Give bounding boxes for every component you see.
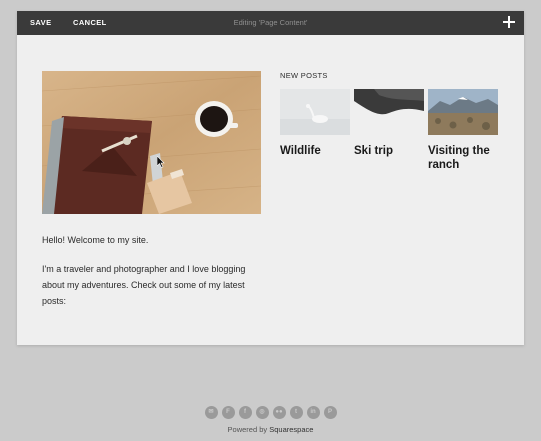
linkedin-icon[interactable]: in — [306, 406, 320, 419]
intro-paragraph-1: Hello! Welcome to my site. — [42, 235, 149, 245]
mouse-cursor-icon — [157, 156, 165, 168]
flickr-icon[interactable]: ●● — [272, 406, 286, 419]
foursquare-icon[interactable]: F — [221, 406, 235, 419]
social-links: ✉ F f ◎ ●● t in P — [0, 406, 541, 419]
post-visiting-ranch[interactable]: Visiting the ranch — [428, 89, 499, 172]
hero-image[interactable] — [42, 71, 261, 214]
desk-photo — [42, 71, 261, 214]
post-title: Wildlife — [280, 145, 321, 157]
email-icon[interactable]: ✉ — [204, 406, 218, 419]
cancel-button[interactable]: CANCEL — [73, 11, 107, 35]
post-thumbnail — [428, 89, 498, 135]
plus-icon[interactable] — [502, 15, 516, 29]
powered-by: Powered by Squarespace — [0, 425, 541, 434]
facebook-icon[interactable]: f — [238, 406, 252, 419]
intro-paragraph-2: I'm a traveler and photographer and I lo… — [42, 264, 246, 306]
post-ski-trip[interactable]: Ski trip — [354, 89, 425, 158]
post-thumbnail — [280, 89, 350, 135]
powered-by-prefix: Powered by — [227, 425, 270, 434]
post-thumbnail — [354, 89, 424, 135]
instagram-icon[interactable]: ◎ — [255, 406, 269, 419]
post-title: Visiting the ranch — [428, 145, 490, 171]
pinterest-icon[interactable]: P — [323, 406, 337, 419]
editor-toolbar: Editing 'Page Content' SAVE CANCEL — [17, 11, 524, 35]
intro-text: Hello! Welcome to my site. I'm a travele… — [42, 232, 262, 309]
twitter-icon[interactable]: t — [289, 406, 303, 419]
squarespace-link[interactable]: Squarespace — [269, 425, 313, 434]
post-title: Ski trip — [354, 145, 393, 157]
post-wildlife[interactable]: Wildlife — [280, 89, 351, 158]
save-button[interactable]: SAVE — [30, 11, 51, 35]
new-posts-heading: NEW POSTS — [280, 71, 328, 80]
